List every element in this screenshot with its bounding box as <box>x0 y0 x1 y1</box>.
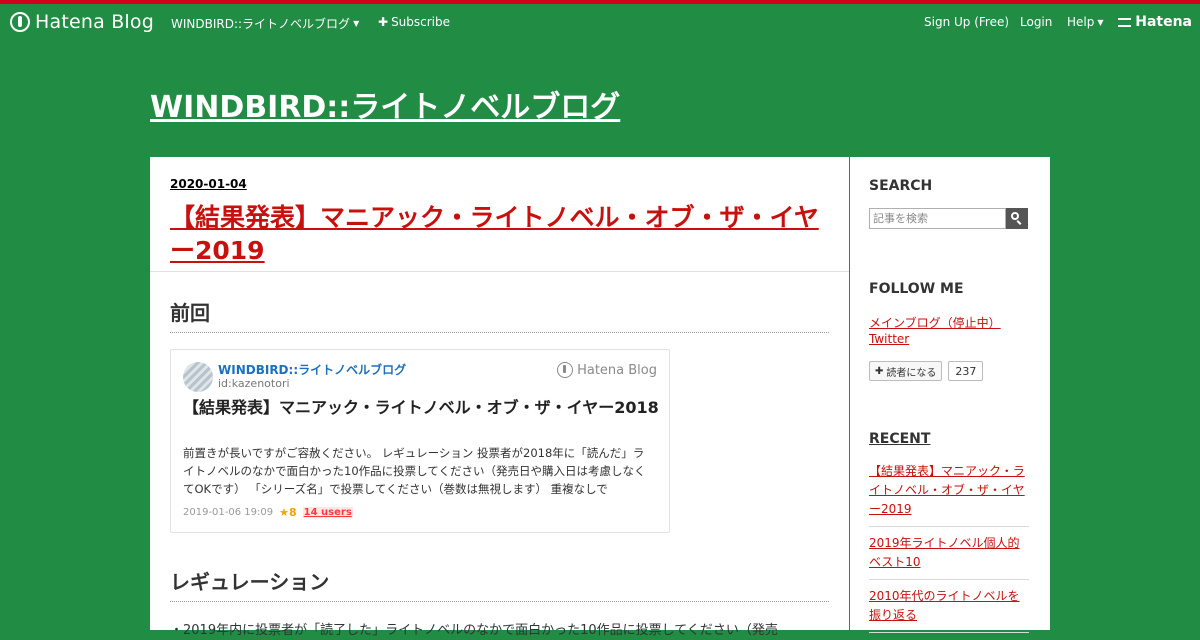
divider <box>150 271 849 272</box>
help-dropdown[interactable]: Help ▼ <box>1067 15 1104 29</box>
section-heading-regulation: レギュレーション <box>170 566 829 602</box>
entry-date[interactable]: 2020-01-04 <box>170 177 247 191</box>
entry-body-text: ・2019年内に投票者が「読了した」ライトノベルのなかで面白かった10作品に投票… <box>170 623 778 638</box>
caret-down-icon: ▼ <box>1097 17 1104 27</box>
recent-heading[interactable]: RECENT <box>869 431 930 447</box>
follow-link-twitter[interactable]: Twitter <box>869 332 909 346</box>
search-icon <box>1011 212 1019 220</box>
recent-entry-link[interactable]: 【結果発表】マニアック・ライトノベル・オブ・ザ・イヤー2019 <box>869 462 1029 527</box>
global-header: Hatena Blog WINDBIRD::ライトノベルブログ ▼ ✚ Subs… <box>0 4 1200 40</box>
search-heading: SEARCH <box>869 178 933 194</box>
embedded-blog-card[interactable]: WINDBIRD::ライトノベルブログ id:kazenotori Hatena… <box>170 349 670 533</box>
star-count-value: 8 <box>289 506 297 519</box>
follow-heading: FOLLOW ME <box>869 281 964 297</box>
plus-icon: ✚ <box>875 365 884 377</box>
signup-label: Sign Up (Free) <box>924 15 1010 29</box>
subscribe-label: Subscribe <box>391 15 451 29</box>
reader-subscribe-widget: ✚ 読者になる 237 <box>869 361 984 381</box>
section-heading-previous: 前回 <box>170 297 829 333</box>
search-icon-handle <box>1016 220 1022 225</box>
login-label: Login <box>1020 15 1053 29</box>
follow-link-main-blog[interactable]: メインブログ（停止中） <box>869 314 1001 331</box>
bookmark-users-badge[interactable]: 14 users <box>302 507 353 518</box>
avatar[interactable] <box>183 362 213 392</box>
search-button[interactable] <box>1006 208 1028 229</box>
hatena-blog-logo-icon <box>10 12 30 32</box>
hatena-blog-logo-icon <box>557 362 574 378</box>
card-blog-name[interactable]: WINDBIRD::ライトノベルブログ <box>218 361 406 378</box>
subscribe-button[interactable]: ✚ 読者になる <box>869 361 943 381</box>
caret-down-icon: ▼ <box>353 19 360 28</box>
star-count[interactable]: ★8 <box>279 506 297 519</box>
sidebar: SEARCH FOLLOW ME メインブログ（停止中） Twitter ✚ 読… <box>850 157 1050 633</box>
card-title[interactable]: 【結果発表】マニアック・ライトノベル・オブ・ザ・イヤー2018 <box>183 396 659 419</box>
subscribe-button-label: 読者になる <box>886 367 937 379</box>
recent-entries-list: 【結果発表】マニアック・ライトノベル・オブ・ザ・イヤー2019 2019年ライト… <box>869 462 1029 640</box>
brand-label: Hatena Blog <box>35 11 154 33</box>
recent-entry-link[interactable]: 2010年代のライトノベルを振り返る <box>869 587 1029 633</box>
recent-entry-link[interactable]: 2019年ライトノベル個人的ベスト10 <box>869 534 1029 580</box>
help-label: Help <box>1067 15 1095 29</box>
card-user-id: id:kazenotori <box>218 377 290 390</box>
card-timestamp: 2019-01-06 19:09 <box>183 507 274 518</box>
card-hatena-blog-logo: Hatena Blog <box>557 362 657 378</box>
blog-menu-label: WINDBIRD::ライトノベルブログ <box>171 17 351 31</box>
plus-icon: ✚ <box>378 15 389 29</box>
search-form <box>869 208 1028 229</box>
subscriber-count: 237 <box>948 361 984 381</box>
search-input[interactable] <box>869 208 1006 229</box>
blog-menu-dropdown[interactable]: WINDBIRD::ライトノベルブログ ▼ <box>171 15 359 32</box>
blog-title[interactable]: WINDBIRD::ライトノベルブログ <box>150 82 620 126</box>
hatena-label: Hatena <box>1135 14 1192 30</box>
login-link[interactable]: Login <box>1020 15 1052 29</box>
hatena-link[interactable]: Hatena <box>1118 14 1192 30</box>
star-icon: ★ <box>279 506 289 519</box>
card-excerpt: 前置きが長いですがご容赦ください。 レギュレーション 投票者が2018年に「読ん… <box>183 446 646 496</box>
subscribe-link[interactable]: ✚ Subscribe <box>378 15 450 29</box>
entry-title[interactable]: 【結果発表】マニアック・ライトノベル・オブ・ザ・イヤー2019 <box>170 201 820 267</box>
entry-content-area: 2020-01-04 【結果発表】マニアック・ライトノベル・オブ・ザ・イヤー20… <box>150 157 849 638</box>
card-brand-label: Hatena Blog <box>577 362 657 378</box>
signup-link[interactable]: Sign Up (Free) <box>924 15 1009 29</box>
card-meta: 2019-01-06 19:09 ★8 14 users <box>183 506 353 519</box>
hatena-mark-icon <box>1118 17 1132 27</box>
hatena-blog-logo[interactable]: Hatena Blog <box>10 11 154 33</box>
